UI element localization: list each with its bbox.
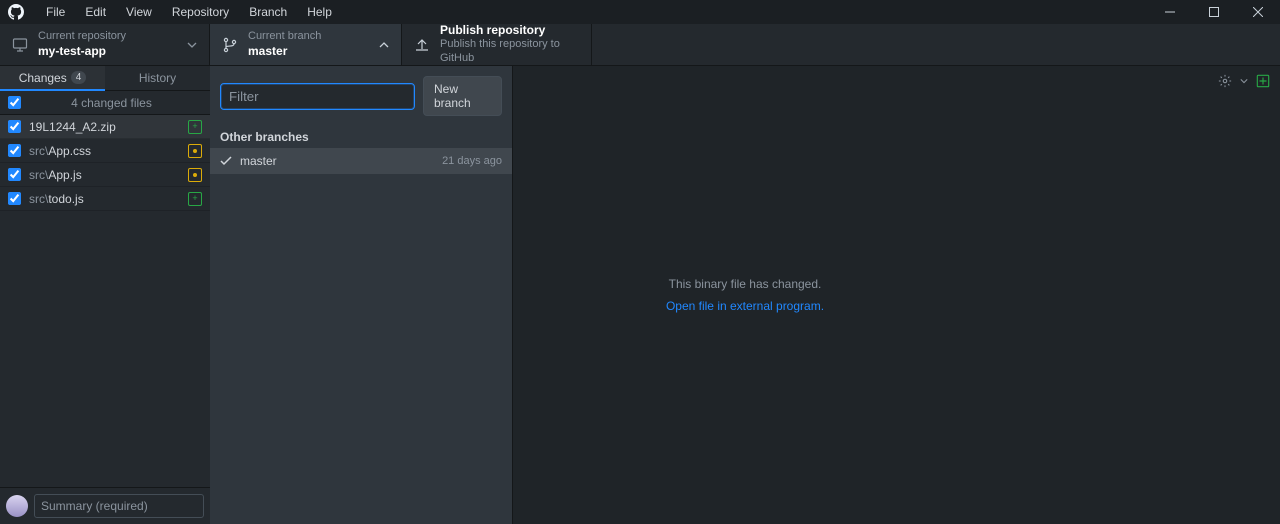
file-path: src\App.js (29, 168, 180, 182)
menu-repository[interactable]: Repository (162, 0, 239, 24)
changed-files-count: 4 changed files (21, 96, 202, 110)
other-branches-heading: Other branches (210, 126, 512, 148)
file-path: 19L1244_A2.zip (29, 120, 180, 134)
window-maximize-icon[interactable] (1192, 0, 1236, 24)
chevron-down-icon[interactable] (1240, 77, 1248, 85)
modified-icon (188, 144, 202, 158)
file-path: src\App.css (29, 144, 180, 158)
file-checkbox[interactable] (8, 120, 21, 133)
menu-edit[interactable]: Edit (75, 0, 116, 24)
window-minimize-icon[interactable] (1148, 0, 1192, 24)
file-checkbox[interactable] (8, 168, 21, 181)
file-row[interactable]: 19L1244_A2.zip + (0, 115, 210, 139)
menu-help[interactable]: Help (297, 0, 342, 24)
current-repo-value: my-test-app (38, 44, 126, 59)
branch-item-master[interactable]: master 21 days ago (210, 148, 512, 174)
expand-icon[interactable] (1256, 74, 1270, 88)
check-icon (220, 155, 232, 167)
tab-history[interactable]: History (105, 66, 210, 90)
current-branch-label: Current branch (248, 30, 321, 44)
new-branch-button[interactable]: New branch (423, 76, 502, 116)
commit-summary-input[interactable] (34, 494, 204, 518)
modified-icon (188, 168, 202, 182)
commit-form (0, 487, 210, 524)
menu-file[interactable]: File (36, 0, 75, 24)
chevron-down-icon (187, 40, 197, 50)
current-branch-selector[interactable]: Current branch master (210, 24, 402, 65)
current-repository-selector[interactable]: Current repository my-test-app (0, 24, 210, 65)
monitor-icon (12, 37, 28, 53)
file-row[interactable]: src\App.css (0, 139, 210, 163)
menu-view[interactable]: View (116, 0, 162, 24)
current-repo-label: Current repository (38, 30, 126, 44)
branch-dropdown-panel: New branch Other branches master 21 days… (210, 66, 513, 524)
gear-icon[interactable] (1218, 74, 1232, 88)
window-close-icon[interactable] (1236, 0, 1280, 24)
sidebar: Changes 4 History 4 changed files 19L124… (0, 66, 210, 524)
file-checkbox[interactable] (8, 192, 21, 205)
branch-time: 21 days ago (442, 155, 502, 167)
github-logo-icon (8, 4, 24, 20)
branch-name: master (240, 154, 434, 168)
select-all-checkbox[interactable] (8, 96, 21, 109)
publish-subtitle: Publish this repository to GitHub (440, 38, 579, 66)
file-row[interactable]: src\todo.js + (0, 187, 210, 211)
file-checkbox[interactable] (8, 144, 21, 157)
toolbar: Current repository my-test-app Current b… (0, 24, 1280, 66)
file-path: src\todo.js (29, 192, 180, 206)
file-row[interactable]: src\App.js (0, 163, 210, 187)
upload-icon (414, 37, 430, 53)
current-branch-value: master (248, 44, 321, 59)
added-icon: + (188, 192, 202, 206)
changed-files-header: 4 changed files (0, 91, 210, 115)
title-bar: File Edit View Repository Branch Help (0, 0, 1280, 24)
tab-changes-label: Changes (19, 71, 67, 85)
changes-count-badge: 4 (71, 71, 87, 84)
tab-changes[interactable]: Changes 4 (0, 66, 105, 91)
branch-filter-input[interactable] (220, 83, 415, 110)
chevron-up-icon (379, 40, 389, 50)
publish-title: Publish repository (440, 23, 579, 38)
publish-repository-button[interactable]: Publish repository Publish this reposito… (402, 24, 592, 65)
file-list: 19L1244_A2.zip + src\App.css src\App.js src\… (0, 115, 210, 211)
menu-branch[interactable]: Branch (239, 0, 297, 24)
avatar (6, 495, 28, 517)
tab-history-label: History (139, 71, 176, 85)
git-branch-icon (222, 37, 238, 53)
added-icon: + (188, 120, 202, 134)
